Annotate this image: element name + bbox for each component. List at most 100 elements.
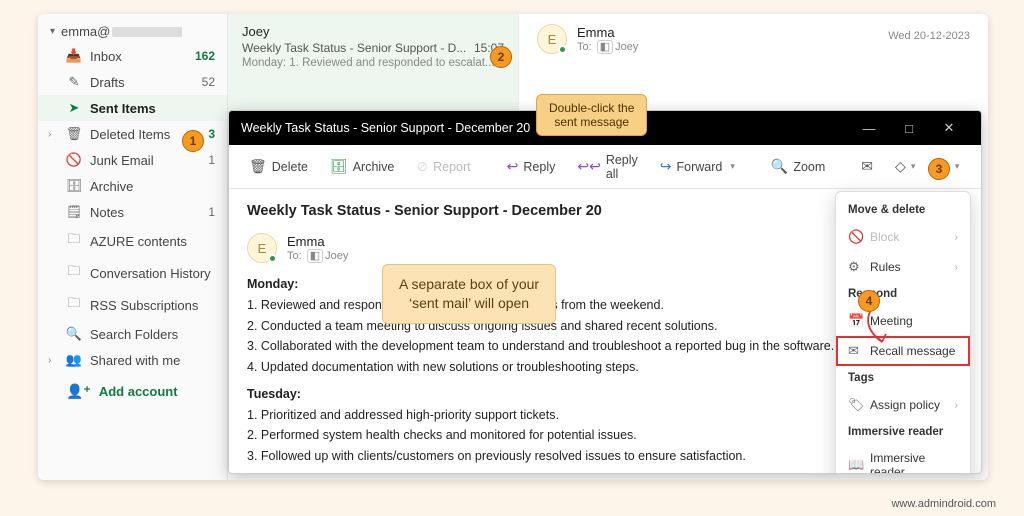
message-list-item[interactable]: Joey Weekly Task Status - Senior Support… (228, 14, 518, 114)
minimize-button[interactable]: — (849, 121, 889, 136)
list-subject: Weekly Task Status - Senior Support - D.… (242, 41, 466, 55)
sidebar-item-shared[interactable]: › 👥 Shared with me (38, 347, 227, 373)
mark-read-button[interactable]: ✉ (853, 153, 881, 180)
sidebar-item-folder[interactable]: 🗀 AZURE contents (38, 225, 227, 257)
to-label: To: (287, 250, 302, 262)
zoom-button[interactable]: 🔍Zoom (763, 153, 833, 180)
policy-icon: 🏷 (848, 397, 862, 413)
rules-icon: ⚙ (848, 259, 862, 275)
sidebar-item-label: AZURE contents (90, 234, 215, 249)
btn-label: Report (433, 160, 471, 174)
chevron-down-icon: ▾ (911, 161, 916, 172)
sidebar-item-sent[interactable]: ➤ Sent Items (38, 95, 227, 121)
block-icon: 🚫 (848, 229, 862, 245)
menu-heading: Move & delete (836, 198, 970, 222)
add-account-button[interactable]: 👤⁺ Add account (38, 373, 227, 406)
sidebar-item-label: Search Folders (90, 327, 215, 342)
inbox-icon: 📥 (66, 48, 82, 64)
tip-separate-box: A separate box of your ‘sent mail’ will … (382, 264, 556, 324)
mail-icon: ✉ (861, 158, 873, 175)
delete-button[interactable]: 🗑Delete (241, 153, 316, 180)
forward-button[interactable]: ↪ Forward ▾ (652, 153, 743, 180)
sidebar-item-junk[interactable]: 🚫 Junk Email 1 (38, 147, 227, 173)
count: 1 (208, 153, 215, 167)
sidebar-item-search-folders[interactable]: 🔍 Search Folders (38, 321, 227, 347)
more-menu: Move & delete 🚫Block› ⚙Rules› Respond 📅M… (835, 191, 971, 474)
presence-dot-icon (558, 45, 567, 54)
menu-recall[interactable]: ✉Recall message (836, 336, 970, 366)
recipient-chip[interactable]: ◧ (597, 40, 613, 54)
sidebar-item-folder[interactable]: 🗀 RSS Subscriptions (38, 289, 227, 321)
chevron-down-icon: ▾ (730, 161, 735, 172)
btn-label: Archive (353, 160, 395, 174)
meeting-icon: 📅 (848, 313, 862, 329)
menu-heading: Tags (836, 366, 970, 390)
chevron-right-icon: › (955, 400, 958, 411)
archive-button[interactable]: 🗄Archive (322, 153, 402, 180)
account-header[interactable]: ▾ emma@ (38, 20, 227, 43)
sidebar-item-inbox[interactable]: 📥 Inbox 162 (38, 43, 227, 69)
step-badge-4: 4 (858, 290, 880, 312)
read-from: Emma (577, 25, 638, 40)
read-to: Joey (615, 41, 638, 53)
redacted-block (112, 27, 182, 37)
forward-icon: ↪ (660, 158, 672, 175)
maximize-button[interactable]: □ (889, 121, 929, 136)
sidebar-item-label: Notes (90, 205, 208, 220)
sidebar-item-label: Shared with me (90, 353, 215, 368)
sidebar-item-label: Drafts (90, 75, 202, 90)
chevron-right-icon: › (48, 129, 51, 140)
folder-icon: 🗀 (66, 262, 82, 284)
tag-icon: ◇ (895, 158, 906, 175)
chevron-right-icon: › (955, 262, 958, 273)
sidebar-item-drafts[interactable]: ✎ Drafts 52 (38, 69, 227, 95)
menu-heading: Immersive reader (836, 420, 970, 444)
person-plus-icon: 👤⁺ (66, 383, 91, 400)
count: 3 (208, 127, 215, 141)
recipient-chip[interactable]: ◧ (307, 249, 323, 263)
step-badge-3: 3 (928, 158, 950, 180)
reply-icon: ↩ (507, 158, 519, 175)
menu-block: 🚫Block› (836, 222, 970, 252)
btn-label: Delete (272, 160, 308, 174)
report-icon: ⊘ (416, 158, 428, 175)
sidebar-item-archive[interactable]: 🗄 Archive (38, 173, 227, 199)
close-button[interactable]: ✕ (929, 120, 969, 136)
btn-label: Forward (677, 160, 723, 174)
count: 1 (208, 205, 215, 219)
credit-text: www.admindroid.com (891, 498, 996, 510)
menu-meeting[interactable]: 📅 Meeting (836, 306, 970, 336)
list-preview: Monday: 1. Reviewed and responded to esc… (242, 57, 504, 69)
count: 52 (202, 75, 215, 89)
btn-label: Reply (523, 160, 555, 174)
to-label: To: (577, 41, 592, 53)
btn-label: Zoom (793, 160, 825, 174)
archive-icon: 🗄 (66, 178, 82, 194)
menu-label: Recall message (870, 344, 955, 358)
menu-label: Immersive reader (870, 451, 958, 474)
sidebar-item-label: Conversation History (90, 266, 215, 281)
trash-icon: 🗑 (66, 126, 82, 142)
menu-assign-policy[interactable]: 🏷 Assign policy › (836, 390, 970, 420)
sidebar-item-folder[interactable]: 🗀 Conversation History (38, 257, 227, 289)
menu-immersive-reader[interactable]: 📖Immersive reader (836, 444, 970, 474)
menu-label: Block (870, 230, 899, 244)
shared-icon: 👥 (66, 352, 82, 368)
drafts-icon: ✎ (66, 74, 82, 90)
replyall-button[interactable]: ↩↩Reply all (569, 148, 645, 186)
categorize-button[interactable]: ◇▾ (887, 153, 923, 180)
menu-label: Meeting (870, 314, 913, 328)
report-button: ⊘ Report (408, 153, 478, 180)
menu-rules[interactable]: ⚙Rules› (836, 252, 970, 282)
body-to: Joey (325, 250, 348, 262)
sent-icon: ➤ (66, 100, 82, 116)
sidebar-item-label: Archive (90, 179, 215, 194)
folder-icon: 🗀 (66, 230, 82, 252)
folder-sidebar: ▾ emma@ 📥 Inbox 162 ✎ Drafts 52 ➤ Sent I… (38, 14, 228, 480)
step-badge-2: 2 (490, 46, 512, 68)
sidebar-item-label: Sent Items (90, 101, 215, 116)
body-from: Emma (287, 234, 348, 249)
sidebar-item-notes[interactable]: 🗒 Notes 1 (38, 199, 227, 225)
reply-button[interactable]: ↩ Reply (499, 153, 564, 180)
menu-label: Assign policy (870, 398, 940, 412)
